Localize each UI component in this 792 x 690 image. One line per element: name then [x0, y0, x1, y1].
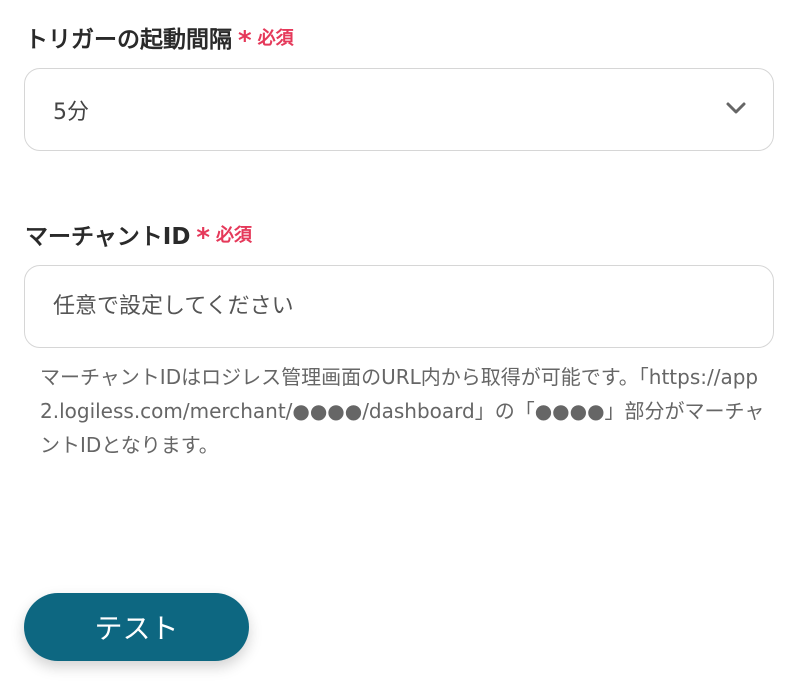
- required-badge: 必須: [257, 28, 294, 49]
- test-button[interactable]: テスト: [24, 593, 249, 661]
- trigger-interval-selected-value: 5分: [53, 99, 89, 125]
- trigger-interval-label-row: トリガーの起動間隔 * 必須: [25, 20, 294, 54]
- merchant-id-help-text: マーチャントIDはロジレス管理画面のURL内から取得が可能です。「https:/…: [40, 365, 765, 457]
- settings-form: トリガーの起動間隔 * 必須 5分 マーチャントID * 必須 マーチャントID…: [0, 0, 792, 690]
- merchant-id-label: マーチャントID: [25, 224, 191, 250]
- asterisk-icon: *: [238, 26, 252, 56]
- merchant-id-input[interactable]: [24, 265, 774, 348]
- trigger-interval-label: トリガーの起動間隔: [25, 27, 232, 53]
- trigger-interval-select[interactable]: 5分: [24, 68, 774, 151]
- asterisk-icon: *: [196, 223, 211, 253]
- required-badge: 必須: [216, 225, 253, 246]
- merchant-id-label-row: マーチャントID * 必須: [25, 217, 252, 251]
- chevron-down-icon: [726, 102, 746, 114]
